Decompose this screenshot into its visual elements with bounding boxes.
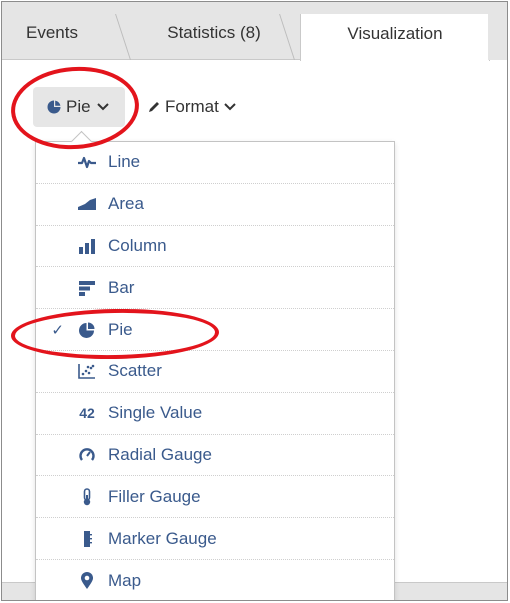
menu-item-label: Single Value — [108, 403, 203, 423]
menu-item-label: Line — [108, 152, 141, 172]
menu-item-label: Scatter — [108, 361, 162, 381]
area-chart-icon — [74, 194, 100, 214]
marker-gauge-icon — [74, 529, 100, 549]
menu-item-label: Marker Gauge — [108, 528, 217, 548]
radial-gauge-icon — [74, 445, 100, 465]
menu-item-label: Map — [108, 570, 142, 590]
chart-type-menu: Line Area Column Bar ✓ Pie Scatter 42 Si… — [35, 141, 395, 600]
pencil-icon — [149, 102, 159, 112]
pie-chart-icon — [74, 320, 100, 340]
bar-chart-icon — [74, 278, 100, 298]
tab-bar: Events Statistics (8) Visualization — [2, 2, 507, 61]
tab-visualization[interactable]: Visualization — [300, 14, 490, 61]
tab-bar-edge — [488, 14, 507, 60]
visualization-panel: Events Statistics (8) Visualization Pie … — [1, 1, 508, 601]
menu-item-label: Column — [108, 235, 167, 255]
menu-item-label: Area — [108, 194, 144, 214]
filler-gauge-icon — [74, 487, 100, 507]
menu-item-label: Pie — [108, 319, 133, 339]
scatter-chart-icon — [74, 361, 100, 381]
tab-events-label: Events — [26, 23, 78, 42]
pie-chart-icon — [47, 100, 61, 114]
menu-item-bar[interactable]: Bar — [36, 267, 394, 310]
menu-item-label: Radial Gauge — [108, 444, 212, 464]
tab-statistics[interactable]: Statistics (8) — [134, 14, 294, 60]
menu-item-map[interactable]: Map — [36, 560, 394, 600]
single-value-icon: 42 — [79, 405, 95, 422]
menu-item-radial-gauge[interactable]: Radial Gauge — [36, 435, 394, 477]
chart-type-button[interactable]: Pie — [33, 87, 125, 127]
menu-item-column[interactable]: Column — [36, 226, 394, 268]
menu-item-marker-gauge[interactable]: Marker Gauge — [36, 518, 394, 560]
checkmark-icon: ✓ — [51, 321, 64, 339]
menu-item-pie[interactable]: ✓ Pie — [36, 309, 394, 351]
menu-item-scatter[interactable]: Scatter — [36, 351, 394, 393]
menu-item-single-value[interactable]: 42 Single Value — [36, 393, 394, 435]
format-label: Format — [165, 97, 219, 116]
chevron-down-icon — [96, 103, 109, 111]
column-chart-icon — [74, 236, 100, 256]
tab-visualization-label: Visualization — [347, 23, 443, 43]
menu-item-label: Bar — [108, 277, 135, 297]
tab-statistics-label: Statistics (8) — [167, 23, 261, 42]
chevron-down-icon — [224, 103, 236, 111]
menu-item-line[interactable]: Line — [36, 142, 394, 184]
map-marker-icon — [74, 571, 100, 591]
menu-item-area[interactable]: Area — [36, 184, 394, 226]
menu-item-filler-gauge[interactable]: Filler Gauge — [36, 476, 394, 519]
menu-item-label: Filler Gauge — [108, 486, 201, 506]
chart-type-label: Pie — [66, 97, 91, 116]
line-chart-icon — [74, 152, 100, 172]
tab-events[interactable]: Events — [2, 14, 130, 60]
format-button[interactable]: Format — [147, 90, 237, 124]
